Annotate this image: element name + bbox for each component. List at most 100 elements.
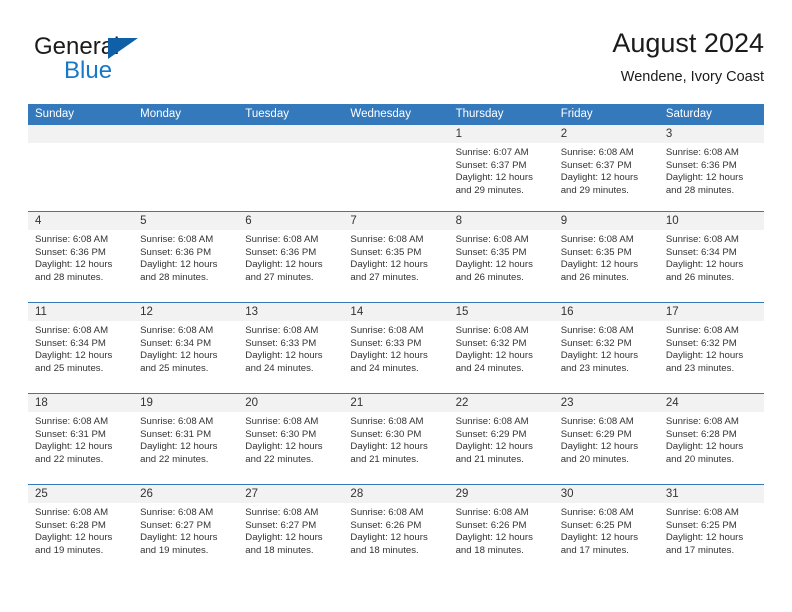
day-sun-info: Sunrise: 6:08 AM Sunset: 6:32 PM Daylight:…: [449, 321, 554, 375]
day-cell[interactable]: 4 Sunrise: 6:08 AM Sunset: 6:36 PM Daylight…: [28, 212, 134, 302]
day-sun-info: Sunrise: 6:08 AM Sunset: 6:30 PM Daylight:…: [238, 412, 343, 466]
daylight-text: Daylight: 12 hours and 18 minutes.: [350, 532, 428, 556]
sunrise-text: Sunrise: 6:08 AM: [560, 507, 634, 518]
day-sun-info: Sunrise: 6:08 AM Sunset: 6:25 PM Daylight:…: [659, 503, 764, 557]
day-sun-info: Sunrise: 6:08 AM Sunset: 6:26 PM Daylight:…: [343, 503, 448, 557]
day-cell[interactable]: 25 Sunrise: 6:08 AM Sunset: 6:28 PM Dayligh…: [28, 485, 134, 575]
daylight-text: Daylight: 12 hours and 18 minutes.: [455, 532, 533, 556]
weekday-tuesday: Tuesday: [245, 108, 289, 120]
day-cell[interactable]: 8 Sunrise: 6:08 AM Sunset: 6:35 PM Daylight…: [448, 212, 554, 302]
calendar-week-row: 1 Sunrise: 6:07 AM Sunset: 6:37 PM Daylight…: [28, 125, 764, 211]
day-number-band: 26: [133, 485, 239, 503]
day-cell[interactable]: 7 Sunrise: 6:08 AM Sunset: 6:35 PM Daylight…: [343, 212, 449, 302]
day-number-band: 13: [238, 303, 344, 321]
day-cell[interactable]: 17 Sunrise: 6:08 AM Sunset: 6:32 PM Dayligh…: [658, 303, 764, 393]
day-number: 28: [350, 488, 364, 500]
day-cell[interactable]: 23 Sunrise: 6:08 AM Sunset: 6:29 PM Dayligh…: [553, 394, 659, 484]
day-number: 9: [560, 215, 568, 227]
day-number: 6: [245, 215, 252, 227]
day-number: 20: [245, 397, 259, 409]
day-cell[interactable]: 9 Sunrise: 6:08 AM Sunset: 6:35 PM Daylight…: [553, 212, 659, 302]
sunset-text: Sunset: 6:30 PM: [245, 428, 317, 440]
daylight-text: Daylight: 12 hours and 28 minutes.: [665, 172, 744, 196]
day-number-band: 12: [133, 303, 239, 321]
day-cell[interactable]: 29 Sunrise: 6:08 AM Sunset: 6:26 PM Dayligh…: [448, 485, 554, 575]
day-sun-info: Sunrise: 6:08 AM Sunset: 6:26 PM Daylight:…: [449, 503, 554, 557]
day-sun-info: Sunrise: 6:08 AM Sunset: 6:27 PM Daylight:…: [238, 503, 343, 557]
sunset-text: Sunset: 6:36 PM: [665, 159, 737, 171]
sunset-text: Sunset: 6:32 PM: [455, 337, 527, 349]
day-number-band: 15: [448, 303, 554, 321]
sunrise-text: Sunrise: 6:08 AM: [665, 416, 739, 427]
day-cell[interactable]: 3 Sunrise: 6:08 AM Sunset: 6:36 PM Daylight…: [658, 125, 764, 211]
day-cell[interactable]: 24 Sunrise: 6:08 AM Sunset: 6:28 PM Dayligh…: [658, 394, 764, 484]
day-cell[interactable]: 27 Sunrise: 6:08 AM Sunset: 6:27 PM Dayligh…: [238, 485, 344, 575]
calendar-week-row: 4 Sunrise: 6:08 AM Sunset: 6:36 PM Daylight…: [28, 211, 764, 302]
day-number: 24: [665, 397, 679, 409]
sunrise-text: Sunrise: 6:08 AM: [35, 416, 109, 427]
day-cell[interactable]: 21 Sunrise: 6:08 AM Sunset: 6:30 PM Dayligh…: [343, 394, 449, 484]
day-number: 13: [245, 306, 259, 318]
sunrise-text: Sunrise: 6:08 AM: [140, 234, 214, 245]
calendar-grid: Sunday Monday Tuesday Wednesday Thursday…: [28, 104, 764, 575]
sunset-text: Sunset: 6:30 PM: [350, 428, 422, 440]
sunrise-text: Sunrise: 6:08 AM: [350, 325, 424, 336]
general-blue-logo[interactable]: General Blue: [34, 34, 234, 92]
day-sun-info: Sunrise: 6:08 AM Sunset: 6:36 PM Daylight:…: [238, 230, 343, 284]
day-number-band: 10: [658, 212, 764, 230]
sunrise-text: Sunrise: 6:08 AM: [245, 234, 319, 245]
day-sun-info: Sunrise: 6:08 AM Sunset: 6:31 PM Daylight:…: [28, 412, 133, 466]
day-cell[interactable]: 15 Sunrise: 6:08 AM Sunset: 6:32 PM Dayligh…: [448, 303, 554, 393]
day-number: 11: [35, 306, 47, 318]
day-cell[interactable]: 5 Sunrise: 6:08 AM Sunset: 6:36 PM Daylight…: [133, 212, 239, 302]
day-cell[interactable]: 2 Sunrise: 6:08 AM Sunset: 6:37 PM Daylight…: [553, 125, 659, 211]
day-cell[interactable]: 20 Sunrise: 6:08 AM Sunset: 6:30 PM Dayligh…: [238, 394, 344, 484]
day-number: 15: [455, 306, 469, 318]
sunset-text: Sunset: 6:36 PM: [140, 246, 212, 258]
daylight-text: Daylight: 12 hours and 25 minutes.: [35, 350, 113, 374]
day-cell[interactable]: 18 Sunrise: 6:08 AM Sunset: 6:31 PM Dayligh…: [28, 394, 134, 484]
daylight-text: Daylight: 12 hours and 25 minutes.: [140, 350, 218, 374]
calendar-weeks: 1 Sunrise: 6:07 AM Sunset: 6:37 PM Daylight…: [28, 125, 764, 575]
day-cell[interactable]: 12 Sunrise: 6:08 AM Sunset: 6:34 PM Dayligh…: [133, 303, 239, 393]
day-number-band: 30: [553, 485, 659, 503]
day-sun-info: Sunrise: 6:08 AM Sunset: 6:29 PM Daylight:…: [554, 412, 659, 466]
day-number: 31: [665, 488, 679, 500]
sunset-text: Sunset: 6:26 PM: [350, 519, 422, 531]
sunrise-text: Sunrise: 6:08 AM: [665, 325, 739, 336]
day-cell[interactable]: 16 Sunrise: 6:08 AM Sunset: 6:32 PM Dayligh…: [553, 303, 659, 393]
day-number: 27: [245, 488, 259, 500]
weekday-monday: Monday: [140, 108, 182, 120]
day-number-band: 7: [343, 212, 449, 230]
daylight-text: Daylight: 12 hours and 19 minutes.: [140, 532, 218, 556]
sunset-text: Sunset: 6:25 PM: [560, 519, 632, 531]
day-number: 25: [35, 488, 48, 500]
sunset-text: Sunset: 6:37 PM: [560, 159, 632, 171]
day-cell[interactable]: 22 Sunrise: 6:08 AM Sunset: 6:29 PM Dayligh…: [448, 394, 554, 484]
day-number-band: 24: [658, 394, 764, 412]
day-cell[interactable]: 19 Sunrise: 6:08 AM Sunset: 6:31 PM Dayligh…: [133, 394, 239, 484]
day-cell[interactable]: 10 Sunrise: 6:08 AM Sunset: 6:34 PM Dayligh…: [658, 212, 764, 302]
day-cell[interactable]: 1 Sunrise: 6:07 AM Sunset: 6:37 PM Daylight…: [448, 125, 554, 211]
day-number-band: 2: [553, 125, 659, 143]
day-number: 17: [665, 306, 679, 318]
weekday-wednesday: Wednesday: [350, 108, 411, 120]
day-number-band: 21: [343, 394, 449, 412]
sunset-text: Sunset: 6:27 PM: [140, 519, 212, 531]
day-cell[interactable]: 13 Sunrise: 6:08 AM Sunset: 6:33 PM Dayligh…: [238, 303, 344, 393]
day-cell[interactable]: 6 Sunrise: 6:08 AM Sunset: 6:36 PM Daylight…: [238, 212, 344, 302]
day-cell[interactable]: 30 Sunrise: 6:08 AM Sunset: 6:25 PM Dayligh…: [553, 485, 659, 575]
sunrise-text: Sunrise: 6:08 AM: [35, 507, 109, 518]
day-number: 2: [560, 128, 568, 140]
day-cell[interactable]: 14 Sunrise: 6:08 AM Sunset: 6:33 PM Dayligh…: [343, 303, 449, 393]
day-number-band: 19: [133, 394, 239, 412]
daylight-text: Daylight: 12 hours and 23 minutes.: [560, 350, 639, 374]
day-cell[interactable]: 31 Sunrise: 6:08 AM Sunset: 6:25 PM Dayligh…: [658, 485, 764, 575]
day-number: 1: [455, 128, 462, 140]
weekday-thursday: Thursday: [455, 108, 504, 120]
day-cell[interactable]: 28 Sunrise: 6:08 AM Sunset: 6:26 PM Dayligh…: [343, 485, 449, 575]
day-cell[interactable]: 11 Sunrise: 6:08 AM Sunset: 6:34 PM Dayligh…: [28, 303, 134, 393]
triangle-flag-icon: [108, 38, 138, 59]
sunrise-text: Sunrise: 6:08 AM: [350, 234, 424, 245]
day-cell[interactable]: 26 Sunrise: 6:08 AM Sunset: 6:27 PM Dayligh…: [133, 485, 239, 575]
